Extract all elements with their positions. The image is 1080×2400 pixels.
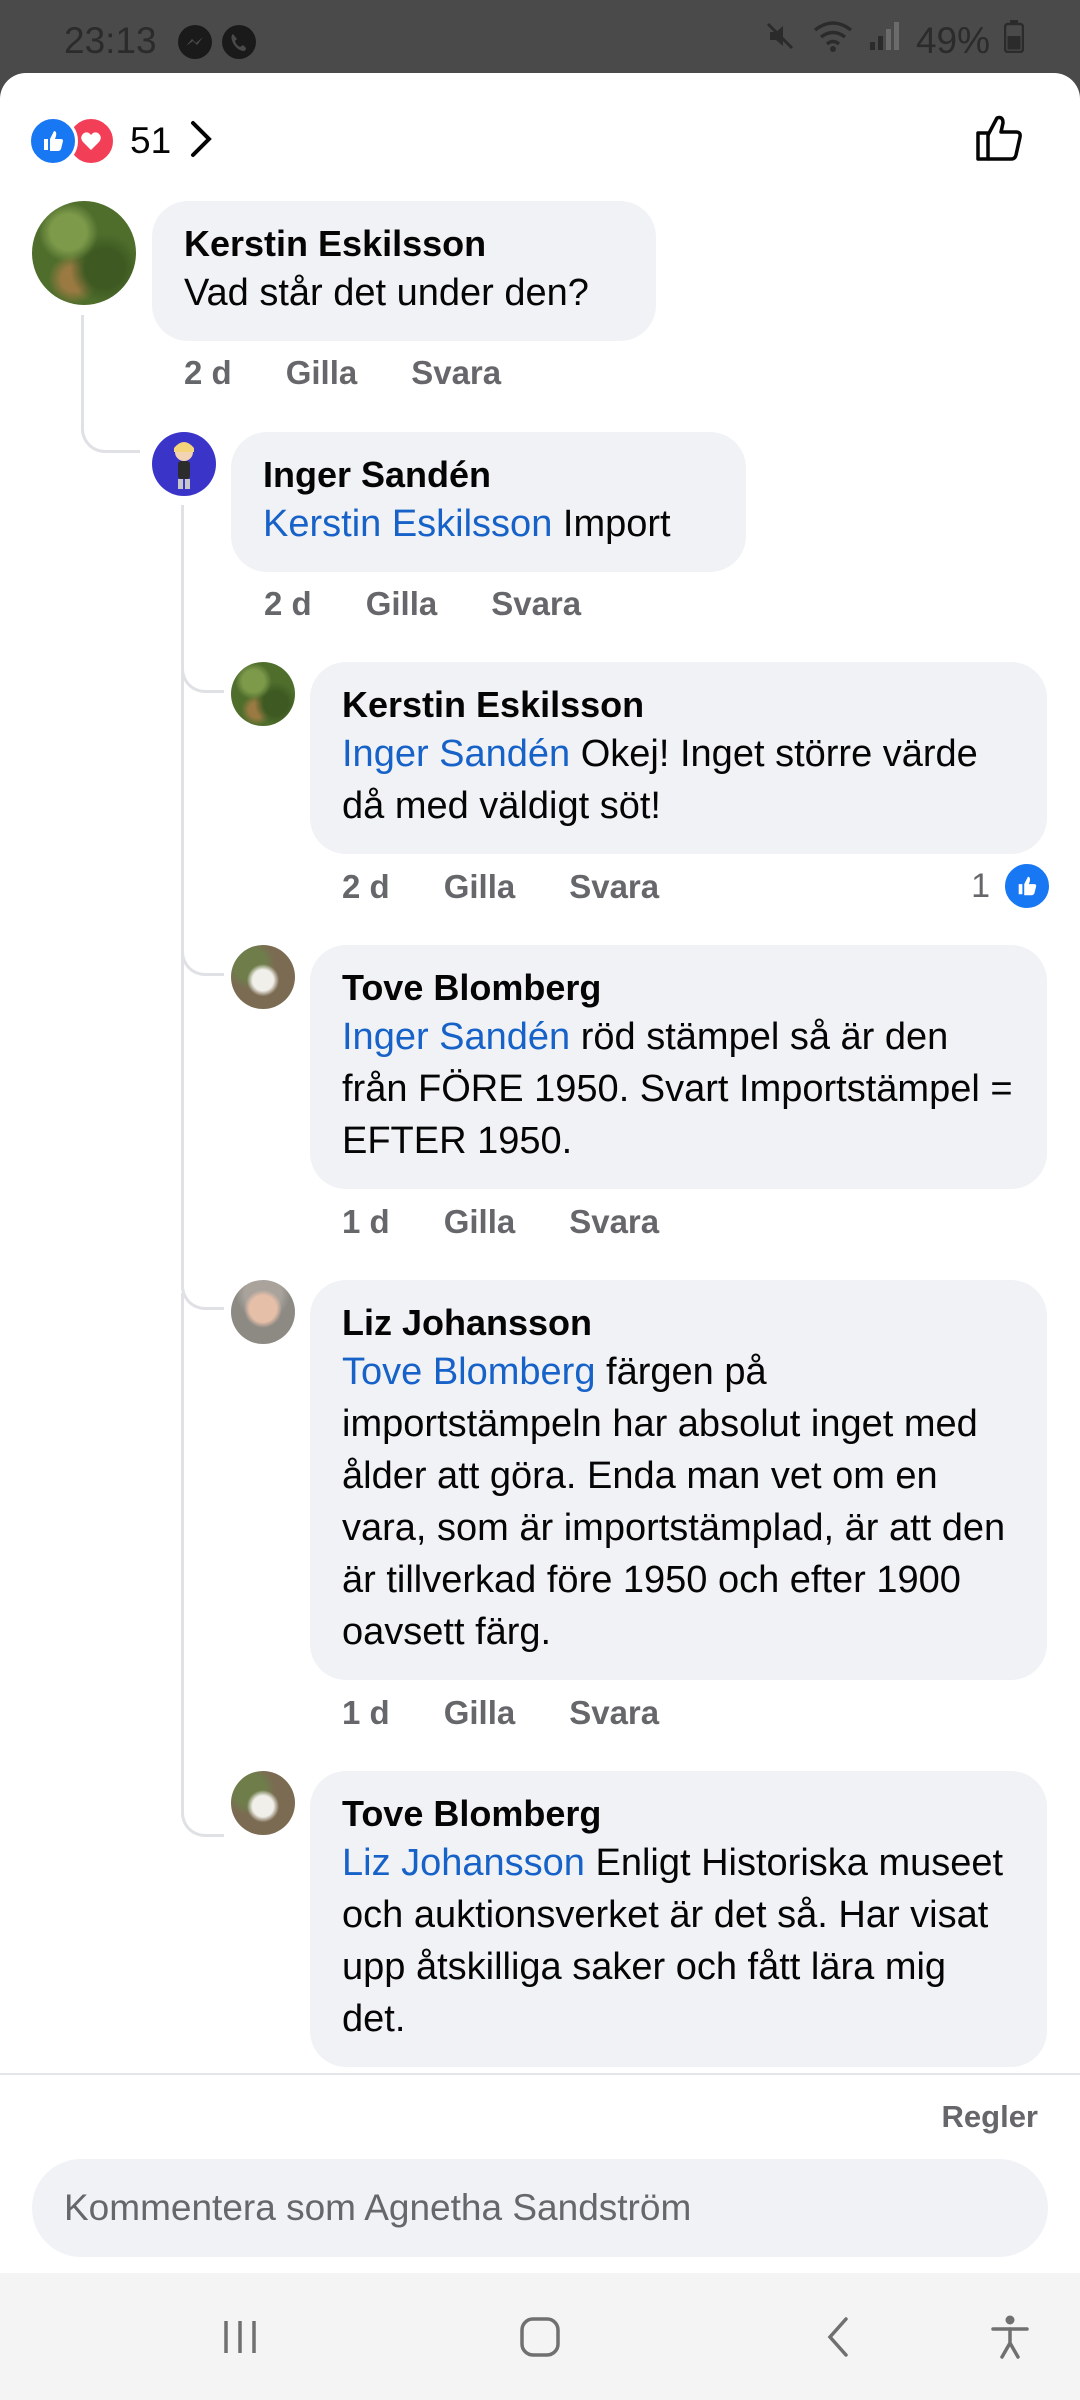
mention-link[interactable]: Inger Sandén	[342, 1016, 570, 1058]
mention-link[interactable]: Inger Sandén	[342, 733, 570, 775]
comment-text: Vad står det under den?	[184, 272, 589, 314]
avatar[interactable]	[231, 1771, 295, 1835]
comment-bubble: Tove Blomberg Liz Johansson Enligt Histo…	[310, 1771, 1047, 2067]
avatar[interactable]	[152, 432, 216, 496]
reactions-summary[interactable]: 51	[28, 111, 215, 171]
rules-link[interactable]: Regler	[942, 2099, 1038, 2135]
comment-text: Liz Johansson Enligt Historiska museet o…	[342, 1842, 1004, 2040]
back-icon	[827, 2316, 848, 2357]
comment-bubble: Liz Johansson Tove Blomberg färgen på im…	[310, 1280, 1047, 1680]
divider	[0, 2073, 1080, 2075]
like-reaction-icon	[1002, 861, 1052, 911]
back-button[interactable]	[800, 2273, 880, 2400]
like-comment-button[interactable]: Gilla	[444, 1694, 516, 1732]
thread-line	[181, 505, 224, 693]
comments-sheet: 51 Kerstin Eskilsson Vad står det under …	[0, 73, 1080, 2273]
avatar[interactable]	[32, 201, 136, 305]
comment-bubble: Tove Blomberg Inger Sandén röd stämpel s…	[310, 945, 1047, 1189]
chevron-right-icon[interactable]	[187, 117, 215, 166]
avatar[interactable]	[231, 662, 295, 726]
battery-icon	[1003, 19, 1025, 62]
comment-author[interactable]: Inger Sandén	[263, 452, 714, 498]
comment-text: Inger Sandén röd stämpel så är den från …	[342, 1016, 1013, 1162]
thread-line	[181, 673, 224, 976]
home-icon	[520, 2316, 560, 2357]
like-comment-button[interactable]: Gilla	[286, 354, 358, 392]
like-reaction-icon	[28, 116, 78, 166]
comment-bubble: Kerstin Eskilsson Vad står det under den…	[152, 201, 656, 341]
phone-icon	[222, 25, 256, 59]
thread-line	[181, 953, 224, 1310]
comment-bubble: Kerstin Eskilsson Inger Sandén Okej! Ing…	[310, 662, 1047, 854]
thread-line	[181, 1293, 224, 1837]
comment-author[interactable]: Kerstin Eskilsson	[342, 682, 1015, 728]
comment-input[interactable]: Kommentera som Agnetha Sandström	[32, 2159, 1048, 2257]
reply-button[interactable]: Svara	[569, 1203, 659, 1241]
thread-line	[81, 315, 140, 453]
comment-author[interactable]: Kerstin Eskilsson	[184, 221, 624, 267]
accessibility-button[interactable]	[970, 2273, 1050, 2400]
comment-author[interactable]: Tove Blomberg	[342, 1791, 1015, 1837]
comment-text: Tove Blomberg färgen på importstämpeln h…	[342, 1351, 1006, 1653]
like-comment-button[interactable]: Gilla	[444, 1203, 516, 1241]
comment-bubble: Inger Sandén Kerstin Eskilsson Import	[231, 432, 746, 572]
mention-link[interactable]: Kerstin Eskilsson	[263, 503, 552, 545]
mention-link[interactable]: Tove Blomberg	[342, 1351, 595, 1393]
comment-reaction-count[interactable]: 1	[971, 861, 1052, 911]
comment-text: Kerstin Eskilsson Import	[263, 503, 671, 545]
comment-actions: 2 d Gilla Svara	[184, 354, 501, 392]
reply-button[interactable]: Svara	[411, 354, 501, 392]
like-post-button[interactable]	[972, 109, 1028, 170]
accessibility-icon	[991, 2315, 1029, 2359]
status-bar: 23:13 49%	[0, 0, 1080, 84]
reaction-count: 51	[130, 120, 172, 161]
comment-time: 2 d	[264, 585, 312, 622]
comment-text: Inger Sandén Okej! Inget större värde då…	[342, 733, 978, 827]
comment-time: 1 d	[342, 1694, 390, 1731]
mute-icon	[762, 18, 798, 63]
comment-author[interactable]: Liz Johansson	[342, 1300, 1015, 1346]
comment-author[interactable]: Tove Blomberg	[342, 965, 1015, 1011]
mention-link[interactable]: Liz Johansson	[342, 1842, 585, 1884]
thumbs-up-icon	[976, 115, 1022, 161]
status-time: 23:13	[64, 20, 157, 61]
reply-button[interactable]: Svara	[491, 585, 581, 623]
wifi-icon	[812, 18, 854, 63]
messenger-icon	[178, 25, 212, 59]
avatar[interactable]	[231, 945, 295, 1009]
comment-actions: 1 d Gilla Svara	[342, 1694, 659, 1732]
like-comment-button[interactable]: Gilla	[444, 868, 516, 906]
comment-time: 2 d	[342, 868, 390, 905]
reply-button[interactable]: Svara	[569, 1694, 659, 1732]
battery-percent: 49%	[915, 19, 990, 61]
comment-actions: 2 d Gilla Svara	[264, 585, 581, 623]
like-comment-button[interactable]: Gilla	[366, 585, 438, 623]
home-button[interactable]	[500, 2273, 580, 2400]
comment-time: 2 d	[184, 354, 232, 391]
avatar[interactable]	[231, 1280, 295, 1344]
comment-input-placeholder: Kommentera som Agnetha Sandström	[64, 2187, 692, 2228]
recent-apps-button[interactable]	[200, 2273, 280, 2400]
recent-apps-icon	[224, 2320, 256, 2353]
signal-icon	[868, 18, 902, 63]
comment-actions: 2 d Gilla Svara	[342, 868, 659, 906]
comment-reaction-number: 1	[971, 866, 990, 905]
comment-time: 1 d	[342, 1203, 390, 1240]
comment-actions: 1 d Gilla Svara	[342, 1203, 659, 1241]
system-nav-bar	[0, 2273, 1080, 2400]
reply-button[interactable]: Svara	[569, 868, 659, 906]
